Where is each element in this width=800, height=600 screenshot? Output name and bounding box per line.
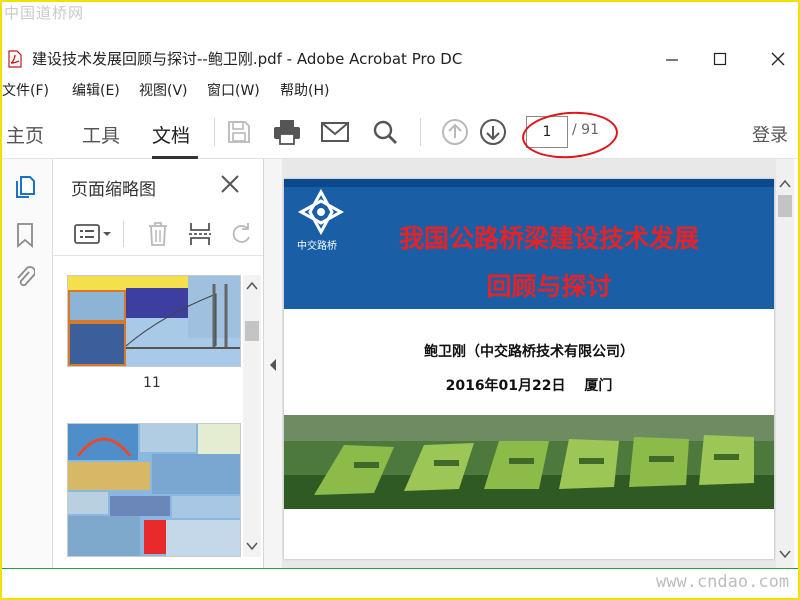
document-title-line2: 回顾与探讨 bbox=[486, 272, 612, 301]
search-button[interactable] bbox=[368, 116, 402, 148]
tab-tools[interactable]: 工具 bbox=[82, 121, 120, 148]
print-button[interactable] bbox=[270, 116, 304, 148]
attachment-icon[interactable] bbox=[12, 263, 38, 291]
rotate-icon[interactable] bbox=[229, 221, 255, 247]
watermark-bottom: www.cndao.com bbox=[656, 572, 790, 592]
save-icon bbox=[228, 121, 250, 143]
page-thumbnail[interactable] bbox=[67, 423, 241, 557]
thumbnail-options-icon[interactable] bbox=[73, 221, 113, 247]
toolbar-divider bbox=[214, 118, 215, 146]
search-icon bbox=[373, 120, 397, 144]
extract-icon[interactable] bbox=[187, 221, 213, 247]
navigation-rail bbox=[2, 159, 53, 569]
page-thumbnails-icon[interactable] bbox=[12, 173, 38, 201]
tab-document[interactable]: 文档 bbox=[152, 121, 190, 148]
document-date: 2016年01月22日 厦门 bbox=[445, 378, 613, 394]
document-page: 中交路桥 我国公路桥梁建设技术发展 回顾与探讨 鲍卫刚（中交路桥技术有限公司） … bbox=[284, 179, 774, 559]
bookmark-icon[interactable] bbox=[12, 221, 38, 249]
minimize-button[interactable] bbox=[652, 46, 692, 72]
next-page-button[interactable] bbox=[476, 116, 510, 148]
document-author: 鲍卫刚（中交路桥技术有限公司） bbox=[424, 344, 634, 360]
window-title: 建设技术发展回顾与探讨--鲍卫刚.pdf - Adobe Acrobat Pro… bbox=[32, 50, 463, 68]
panel-title: 页面缩略图 bbox=[71, 180, 156, 200]
hedge-photo bbox=[284, 415, 774, 509]
email-button[interactable] bbox=[318, 116, 352, 148]
main-toolbar: 主页 工具 文档 1 / 91 登录 bbox=[2, 106, 798, 162]
menu-file[interactable]: 文件(F) bbox=[2, 80, 49, 100]
previous-page-button[interactable] bbox=[438, 116, 472, 148]
slide-banner: 中交路桥 我国公路桥梁建设技术发展 回顾与探讨 bbox=[284, 179, 774, 309]
close-icon[interactable] bbox=[219, 173, 241, 195]
close-button[interactable] bbox=[758, 46, 798, 72]
document-title-line1: 我国公路桥梁建设技术发展 bbox=[398, 224, 699, 253]
title-bar: 建设技术发展回顾与探讨--鲍卫刚.pdf - Adobe Acrobat Pro… bbox=[2, 42, 798, 76]
watermark-top: 中国道桥网 bbox=[4, 4, 85, 22]
toolbar-divider bbox=[123, 221, 124, 247]
previous-page-icon bbox=[442, 119, 468, 145]
print-icon bbox=[274, 120, 300, 145]
tab-home[interactable]: 主页 bbox=[6, 121, 44, 148]
pdf-file-icon bbox=[8, 50, 22, 68]
menu-edit[interactable]: 编辑(E) bbox=[72, 80, 120, 100]
page-thumbnail[interactable] bbox=[67, 275, 241, 367]
page-thumbnails-panel: 页面缩略图 11 bbox=[53, 159, 264, 569]
delete-icon[interactable] bbox=[145, 221, 171, 247]
email-icon bbox=[321, 122, 349, 142]
thumbnail-scrollbar[interactable] bbox=[243, 275, 261, 557]
maximize-button[interactable] bbox=[700, 46, 740, 72]
screenshot-frame: 中国道桥网 建设技术发展回顾与探讨--鲍卫刚.pdf - Adobe Acrob… bbox=[0, 0, 800, 600]
menu-view[interactable]: 视图(V) bbox=[139, 80, 188, 100]
save-button[interactable] bbox=[222, 116, 256, 148]
login-link[interactable]: 登录 bbox=[752, 121, 788, 147]
thumbnail-label: 11 bbox=[143, 375, 161, 391]
panel-collapse-handle[interactable] bbox=[264, 159, 282, 569]
menu-bar: 文件(F) 编辑(E) 视图(V) 窗口(W) 帮助(H) bbox=[2, 78, 798, 102]
next-page-icon bbox=[480, 119, 506, 145]
menu-window[interactable]: 窗口(W) bbox=[207, 80, 260, 100]
toolbar-divider bbox=[420, 118, 421, 146]
menu-help[interactable]: 帮助(H) bbox=[280, 80, 329, 100]
document-viewer: 中交路桥 我国公路桥梁建设技术发展 回顾与探讨 鲍卫刚（中交路桥技术有限公司） … bbox=[282, 159, 776, 569]
panel-toolbar bbox=[53, 211, 263, 256]
document-scrollbar[interactable] bbox=[776, 159, 794, 569]
